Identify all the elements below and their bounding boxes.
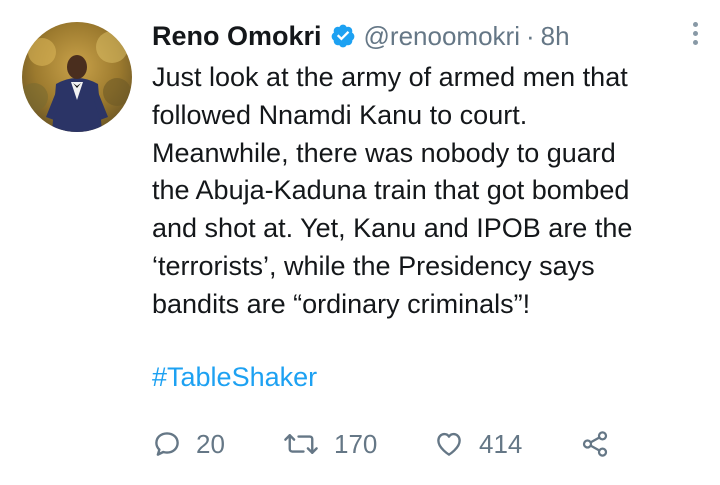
like-button[interactable]: 414 — [433, 429, 580, 460]
reply-icon — [155, 432, 179, 456]
tweet-timestamp[interactable]: 8h — [541, 21, 570, 52]
reply-count: 20 — [196, 428, 225, 459]
tweet-card[interactable]: Reno Omokri @renoomokri · 8h Just look a… — [0, 0, 720, 485]
more-options-icon[interactable] — [690, 22, 702, 49]
tweet-text-line: bandits are “ordinary criminals”! — [152, 288, 531, 319]
like-count: 414 — [479, 428, 523, 459]
tweet-text-line: ‘terrorists’, while the Presidency says — [152, 250, 595, 281]
hashtag-link[interactable]: #TableShaker — [152, 359, 700, 396]
tweet-text-line: the Abuja-Kaduna train that got bombed — [152, 175, 630, 206]
avatar[interactable] — [22, 22, 132, 132]
tweet-content: Reno Omokri @renoomokri · 8h Just look a… — [152, 14, 700, 396]
tweet-text-line: Meanwhile, there was nobody to guard — [152, 137, 616, 168]
verified-badge-icon — [331, 24, 354, 48]
tweet-text-line: and shot at. Yet, Kanu and IPOB are the — [152, 213, 633, 244]
retweet-count: 170 — [334, 428, 378, 459]
retweet-button[interactable]: 170 — [282, 429, 433, 460]
share-button[interactable] — [580, 429, 610, 459]
author-name[interactable]: Reno Omokri — [152, 21, 322, 52]
retweet-icon — [284, 434, 318, 454]
tweet-actions: 20 170 414 — [152, 425, 610, 463]
tweet-text-line: Just look at the army of armed men that — [152, 62, 628, 92]
tweet-text-line: followed Nnamdi Kanu to court. — [152, 99, 528, 130]
author-handle[interactable]: @renoomokri — [364, 21, 520, 52]
reply-button[interactable]: 20 — [152, 429, 282, 460]
tweet-text: Just look at the army of armed men that … — [152, 59, 700, 324]
share-icon — [582, 431, 608, 457]
like-icon — [437, 432, 461, 456]
separator-dot: · — [525, 20, 535, 51]
tweet-header: Reno Omokri @renoomokri · 8h — [152, 14, 700, 58]
